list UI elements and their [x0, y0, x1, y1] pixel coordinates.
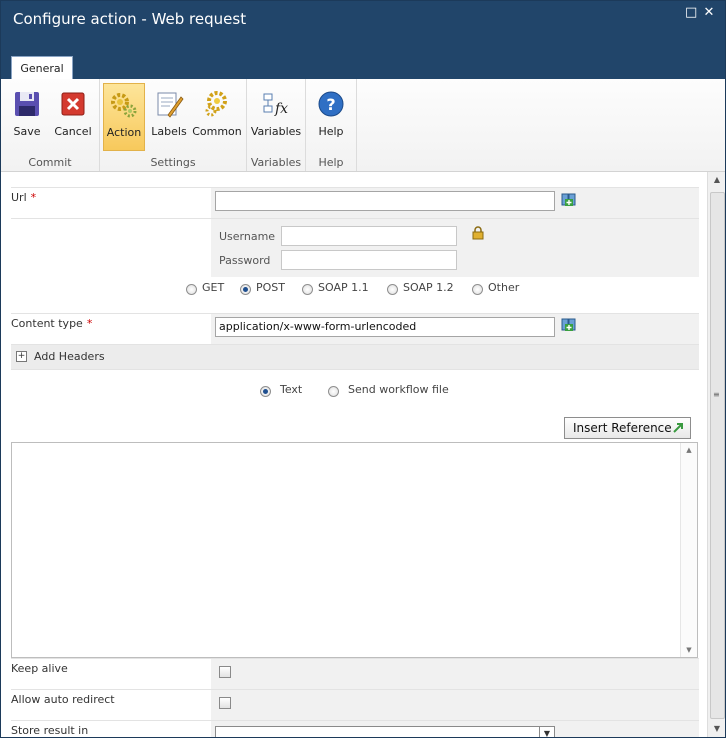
method-get-label: GET	[202, 281, 225, 294]
password-label: Password	[219, 254, 271, 267]
chevron-down-icon[interactable]: ▼	[539, 727, 554, 737]
username-label: Username	[219, 230, 276, 243]
url-label: Url *	[11, 191, 36, 204]
method-radio-soap11[interactable]	[302, 284, 313, 295]
store-result-label: Store result in	[11, 724, 89, 737]
cancel-button[interactable]: Cancel	[51, 83, 95, 151]
lookup-icon[interactable]	[561, 193, 577, 207]
url-label-text: Url	[11, 191, 27, 204]
insert-reference-button[interactable]: Insert Reference	[564, 417, 691, 439]
cancel-icon	[61, 92, 85, 116]
url-row: Url *	[11, 187, 699, 219]
action-label: Action	[106, 126, 142, 139]
keep-alive-row: Keep alive	[11, 658, 699, 689]
body-mode-text-label: Text	[280, 383, 303, 396]
labels-button[interactable]: Labels	[148, 83, 190, 151]
action-button[interactable]: Action	[103, 83, 145, 151]
url-input[interactable]	[215, 191, 555, 211]
content-type-label: Content type *	[11, 317, 92, 330]
commit-group-label: Commit	[28, 156, 72, 169]
ribbon-group-variables: fx Variables Variables	[247, 79, 306, 171]
insert-reference-label: Insert Reference	[573, 421, 672, 435]
method-radio-other[interactable]	[472, 284, 483, 295]
method-soap11-label: SOAP 1.1	[318, 281, 369, 294]
add-headers-label: Add Headers	[34, 350, 105, 363]
scrollbar-grip-icon: ≡	[713, 390, 720, 399]
method-post-label: POST	[256, 281, 285, 294]
allow-auto-redirect-label: Allow auto redirect	[11, 693, 115, 706]
method-radio-soap12[interactable]	[387, 284, 398, 295]
scrollbar-thumb[interactable]	[710, 192, 725, 719]
scroll-up-arrow-icon[interactable]: ▲	[681, 443, 697, 457]
ribbon-tab-strip: General	[1, 53, 725, 80]
content-type-row: Content type * application/x-www-form-url…	[11, 313, 699, 345]
form-area: Url * Username Password GET POST SOAP 1.…	[1, 172, 707, 737]
insert-arrow-icon	[673, 423, 683, 433]
labels-label: Labels	[151, 125, 187, 138]
method-radio-get[interactable]	[186, 284, 197, 295]
request-body-textarea[interactable]: ▲ ▼	[11, 442, 698, 658]
body-mode-file-label: Send workflow file	[348, 383, 449, 396]
save-icon	[15, 92, 39, 116]
keep-alive-bg	[211, 659, 699, 689]
svg-text:?: ?	[326, 95, 335, 114]
lookup-icon[interactable]	[561, 318, 577, 332]
title-bar: Configure action - Web request □ ✕	[1, 1, 725, 53]
help-group-label: Help	[318, 156, 344, 169]
maximize-button[interactable]: □	[685, 6, 697, 19]
tab-general[interactable]: General	[11, 56, 73, 80]
variables-button[interactable]: fx Variables	[249, 83, 303, 151]
help-label: Help	[318, 125, 344, 138]
lock-icon	[472, 226, 484, 240]
body-mode-radio-text[interactable]	[260, 386, 271, 397]
required-marker: *	[86, 317, 93, 330]
gear-icon	[205, 91, 227, 117]
credentials-row: Username Password	[11, 218, 699, 277]
scroll-down-arrow-icon[interactable]: ▼	[681, 643, 697, 657]
variables-group-label: Variables	[250, 156, 302, 169]
password-input[interactable]	[281, 250, 457, 270]
common-label: Common	[192, 125, 242, 138]
save-button[interactable]: Save	[7, 83, 47, 151]
textarea-scrollbar[interactable]: ▲ ▼	[680, 443, 697, 657]
allow-auto-redirect-checkbox[interactable]	[219, 697, 231, 709]
body-mode-radio-file[interactable]	[328, 386, 339, 397]
ribbon: Save Cancel Commit Action Labels Common …	[1, 79, 725, 172]
scroll-up-arrow-icon[interactable]: ▲	[708, 172, 725, 188]
content-type-input[interactable]: application/x-www-form-urlencoded	[215, 317, 555, 337]
content-type-label-text: Content type	[11, 317, 83, 330]
configure-action-dialog: Configure action - Web request □ ✕ Gener…	[0, 0, 726, 738]
allow-auto-redirect-bg	[211, 690, 699, 720]
save-label: Save	[13, 125, 41, 138]
help-button[interactable]: ? Help	[310, 83, 352, 151]
ribbon-group-settings: Action Labels Common Settings	[100, 79, 247, 171]
ribbon-group-help: ? Help Help	[306, 79, 357, 171]
svg-text:fx: fx	[274, 101, 288, 117]
keep-alive-checkbox[interactable]	[219, 666, 231, 678]
close-button[interactable]: ✕	[703, 6, 715, 19]
keep-alive-label: Keep alive	[11, 662, 68, 675]
method-soap12-label: SOAP 1.2	[403, 281, 454, 294]
main-scrollbar[interactable]: ▲ ≡ ▼	[707, 172, 725, 737]
common-button[interactable]: Common	[192, 83, 242, 151]
store-result-row: Store result in ▼	[11, 720, 699, 737]
gears-icon	[111, 93, 137, 118]
dialog-title: Configure action - Web request	[13, 10, 247, 28]
scroll-down-arrow-icon[interactable]: ▼	[708, 721, 725, 737]
required-marker: *	[30, 191, 37, 204]
labels-icon	[157, 92, 184, 118]
method-other-label: Other	[488, 281, 520, 294]
username-input[interactable]	[281, 226, 457, 246]
variables-icon: fx	[263, 93, 288, 117]
store-result-select[interactable]: ▼	[215, 726, 555, 737]
allow-auto-redirect-row: Allow auto redirect	[11, 689, 699, 720]
expand-icon[interactable]: +	[16, 351, 27, 362]
add-headers-bar[interactable]: + Add Headers	[11, 344, 699, 370]
cancel-label: Cancel	[54, 125, 92, 138]
method-radio-post[interactable]	[240, 284, 251, 295]
ribbon-group-commit: Save Cancel Commit	[1, 79, 100, 171]
settings-group-label: Settings	[150, 156, 196, 169]
help-icon: ?	[318, 91, 344, 117]
variables-label: Variables	[250, 125, 302, 138]
